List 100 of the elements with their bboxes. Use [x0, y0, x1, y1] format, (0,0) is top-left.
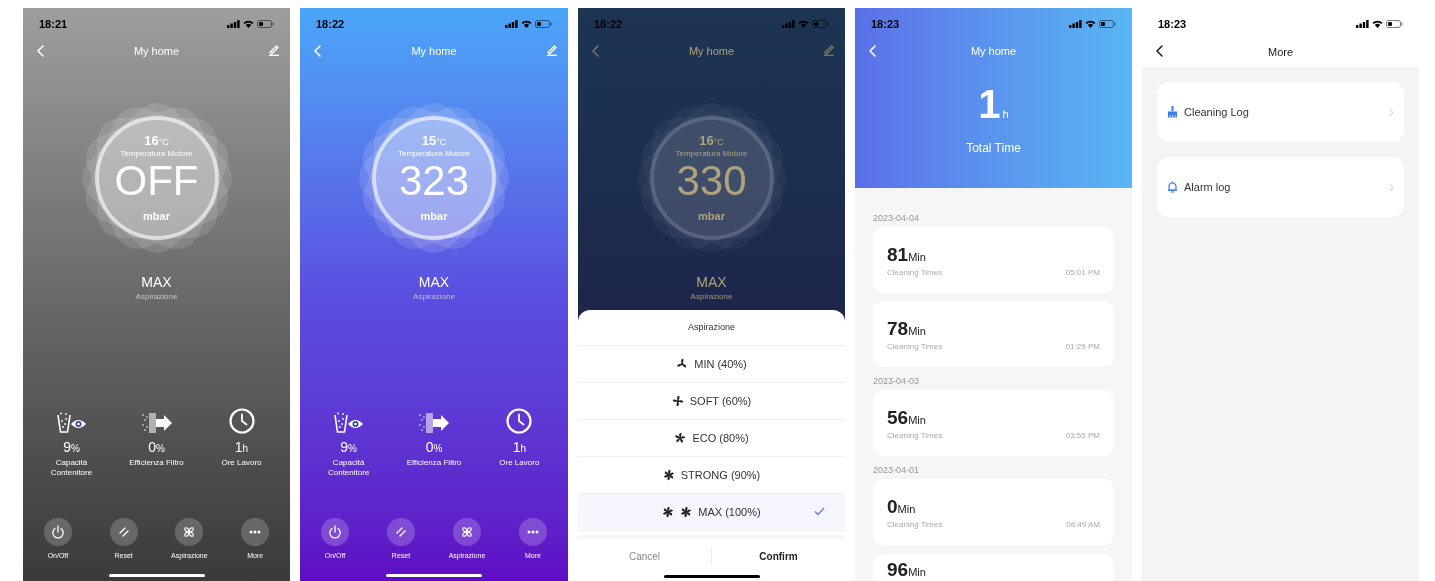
battery-icon [1386, 20, 1403, 28]
duration-value: 56Min [887, 408, 927, 430]
edit-button[interactable] [267, 43, 281, 57]
cup-eye-icon [333, 412, 364, 434]
stat-value: 1h [234, 438, 249, 457]
mode-label: Aspirazione [134, 291, 179, 303]
option-row[interactable]: MAX (100%) [578, 494, 845, 531]
power-icon [50, 525, 65, 539]
screen-title: My home [411, 43, 457, 59]
duration-value: 0Min [887, 497, 917, 519]
screen-title: My home [970, 43, 1017, 59]
entry-label: Cleaning Times [887, 267, 943, 279]
entry-label: Cleaning Times [887, 519, 943, 531]
pressure-value: 323 [398, 158, 470, 203]
duration-value: 81Min [887, 245, 927, 267]
stat-label: Capacità Contenitore [49, 458, 94, 478]
entry-time: 05:01 PM [1065, 267, 1100, 279]
filter-arrow-icon [418, 412, 450, 434]
fan-icon [662, 506, 675, 518]
wifi-icon [243, 20, 254, 28]
stat-value: 9% [63, 438, 80, 457]
clock-icon [506, 408, 533, 434]
stat-label: Efficienza Filtro [405, 458, 463, 468]
temperature-value: 15°C [421, 133, 447, 149]
temperature-value: 16°C [144, 133, 169, 149]
fan-icon [182, 525, 197, 539]
temperature-label: Temperatura Motore [398, 148, 470, 158]
signal-icon [782, 20, 795, 28]
chevron-right-icon [1389, 107, 1394, 117]
more-button[interactable] [519, 518, 547, 546]
entry-time: 01:29 PM [1065, 341, 1100, 353]
stat-label: Capacità Contenitore [326, 458, 371, 478]
battery-icon [812, 20, 829, 28]
fan-icon [662, 469, 675, 481]
screen-title: My home [688, 43, 735, 59]
chevron-right-icon [1389, 182, 1394, 192]
pressure-value: 330 [676, 158, 747, 203]
pressure-value: OFF [114, 158, 199, 203]
more-button[interactable] [241, 518, 270, 546]
screen-title: My home [133, 43, 180, 59]
wifi-icon [798, 20, 809, 28]
back-icon [36, 45, 44, 57]
wifi-icon [1085, 20, 1096, 28]
cancel-button[interactable]: Cancel [578, 539, 711, 573]
mode-value: MAX [417, 273, 451, 291]
date-label: 2023-04-04 [873, 212, 921, 224]
total-value: 1 h [977, 84, 1010, 128]
mode-value: MAX [140, 273, 173, 291]
reset-button[interactable] [387, 518, 415, 546]
power-button[interactable] [321, 518, 349, 546]
status-time: 18:23 [871, 16, 900, 32]
back-icon [313, 45, 321, 57]
power-icon [328, 525, 342, 539]
signal-icon [505, 20, 518, 28]
bell-icon [1167, 181, 1178, 193]
confirm-button[interactable]: Confirm [712, 539, 845, 573]
stat-value: 0% [425, 438, 443, 457]
back-icon [1155, 45, 1163, 57]
pressure-unit: mbar [143, 208, 170, 223]
stat-label: Ore Lavoro [220, 458, 263, 468]
signal-icon [227, 20, 240, 28]
edit-button[interactable] [545, 43, 559, 57]
pressure-unit: mbar [698, 208, 725, 223]
screen-title: More [1267, 45, 1294, 61]
pencil-icon [268, 44, 280, 56]
slash-lines-icon [395, 526, 407, 538]
pencil-icon [546, 44, 558, 56]
duration-value: 96Min [887, 560, 927, 581]
temperature-label: Temperatura Motore [675, 148, 748, 158]
power-button[interactable] [43, 518, 72, 546]
mode-label: Aspirazione [689, 291, 734, 303]
battery-icon [257, 20, 274, 28]
temperature-label: Temperatura Motore [120, 148, 193, 158]
status-time: 18:22 [316, 16, 345, 32]
reset-button[interactable] [109, 518, 138, 546]
more-icon [527, 530, 539, 534]
pressure-unit: mbar [420, 208, 448, 223]
clock-icon [228, 408, 255, 434]
back-icon [868, 45, 876, 57]
battery-icon [535, 20, 552, 28]
signal-icon [1069, 20, 1082, 28]
fan-button[interactable] [453, 518, 481, 546]
stat-label: Ore Lavoro [498, 458, 541, 468]
menu-item[interactable]: Cleaning Log [1157, 82, 1404, 142]
edit-button[interactable] [822, 43, 836, 57]
fan-icon [460, 525, 474, 539]
pencil-icon [823, 44, 835, 56]
fan-button[interactable] [175, 518, 204, 546]
entry-label: Cleaning Times [887, 341, 943, 353]
broom-icon [1167, 106, 1178, 118]
checkmark-icon [814, 507, 825, 516]
status-time: 18:23 [1158, 16, 1187, 32]
stat-value: 9% [340, 438, 357, 457]
mode-value: MAX [695, 273, 728, 291]
menu-item[interactable]: Alarm log [1157, 157, 1404, 217]
temperature-value: 16°C [699, 133, 724, 149]
more-icon [249, 530, 262, 534]
entry-label: Cleaning Times [887, 430, 943, 442]
back-icon [591, 45, 599, 57]
fan-icon [680, 506, 693, 518]
